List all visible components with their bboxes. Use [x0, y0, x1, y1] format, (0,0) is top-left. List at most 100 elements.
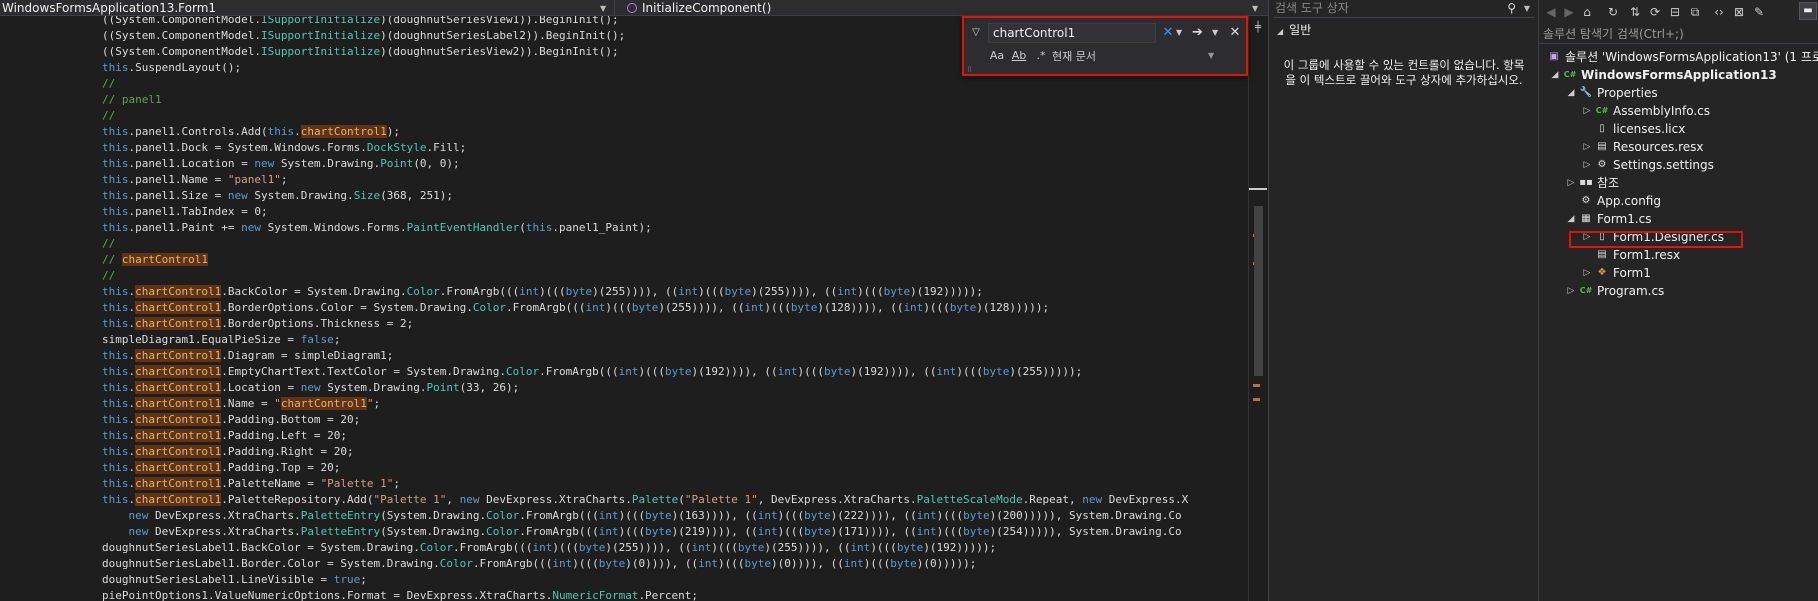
collapse-arrow-icon[interactable]: ◢: [1565, 84, 1577, 102]
code-line[interactable]: //: [102, 236, 115, 252]
code-line[interactable]: this.panel1.Dock = System.Windows.Forms.…: [102, 140, 466, 156]
code-line[interactable]: new DevExpress.XtraCharts.PaletteEntry(S…: [102, 524, 1182, 540]
regex-toggle[interactable]: .*: [1032, 47, 1050, 65]
tree-item-label: Form1.resx: [1613, 248, 1681, 262]
code-token: "panel1": [227, 173, 281, 186]
search-scope-select[interactable]: 현재 문서: [1052, 48, 1096, 64]
resize-grip-icon[interactable]: ⠿: [967, 66, 972, 74]
refresh-icon[interactable]: ⟳: [1647, 4, 1663, 20]
expand-arrow-icon[interactable]: ◢: [1277, 27, 1283, 36]
code-line[interactable]: this.chartControl1.Padding.Bottom = 20;: [102, 412, 360, 428]
code-token: new: [254, 157, 275, 170]
code-line[interactable]: // chartControl1: [102, 252, 208, 268]
code-token: )(((: [797, 365, 824, 378]
code-line[interactable]: doughnutSeriesLabel1.LineVisible = true;: [102, 572, 367, 588]
back-icon[interactable]: ◀: [1543, 4, 1559, 20]
properties-icon[interactable]: ✎: [1751, 4, 1767, 20]
code-line[interactable]: // panel1: [102, 92, 162, 108]
home-icon[interactable]: ⌂: [1579, 4, 1595, 20]
code-line[interactable]: doughnutSeriesLabel1.Border.Color = Syst…: [102, 556, 976, 572]
toggle-replace-icon[interactable]: ▽: [968, 24, 984, 42]
collapse-all-icon[interactable]: ⊟: [1667, 4, 1683, 20]
code-token: int: [552, 557, 573, 570]
code-token: "Palette 1": [684, 493, 758, 506]
code-line[interactable]: this.SuspendLayout();: [102, 60, 241, 76]
expand-arrow-icon[interactable]: ▷: [1565, 282, 1577, 300]
chevron-down-icon[interactable]: ▼: [1524, 4, 1530, 13]
collapse-arrow-icon[interactable]: ◢: [1549, 66, 1561, 84]
show-all-files-icon[interactable]: ⧉: [1687, 4, 1703, 20]
code-area[interactable]: ((System.ComponentModel.ISupportInitiali…: [0, 16, 1248, 601]
expand-arrow-icon[interactable]: ▷: [1565, 174, 1577, 192]
code-line[interactable]: new DevExpress.XtraCharts.PaletteEntry(S…: [102, 508, 1182, 524]
code-line[interactable]: this.chartControl1.BackColor = System.Dr…: [102, 284, 983, 300]
code-line[interactable]: this.chartControl1.PaletteName = "Palett…: [102, 476, 400, 492]
class-dropdown[interactable]: WindowsFormsApplication13.Form1: [2, 1, 216, 15]
code-line[interactable]: this.chartControl1.Diagram = simpleDiagr…: [102, 348, 393, 364]
view-code-icon[interactable]: ‹›: [1711, 4, 1727, 20]
code-line[interactable]: this.chartControl1.BorderOptions.Color =…: [102, 300, 1049, 316]
code-line[interactable]: this.panel1.Paint += new System.Windows.…: [102, 220, 652, 236]
code-line[interactable]: ((System.ComponentModel.ISupportInitiali…: [102, 28, 625, 44]
split-icon[interactable]: ╪: [1250, 22, 1266, 33]
code-line[interactable]: simpleDiagram1.EqualPieSize = false;: [102, 332, 340, 348]
history-dropdown-icon[interactable]: ▼: [1176, 24, 1186, 42]
code-line[interactable]: piePointOptions1.ValueNumericOptions.For…: [102, 588, 698, 601]
code-line[interactable]: this.chartControl1.BorderOptions.Thickne…: [102, 316, 413, 332]
code-token: "Palette 1": [373, 493, 447, 506]
toolbox-search-input[interactable]: 검색 도구 상자: [1273, 0, 1535, 18]
code-line[interactable]: doughnutSeriesLabel1.BackColor = System.…: [102, 540, 996, 556]
code-token: .PaletteRepository.Add(: [221, 493, 374, 506]
code-line[interactable]: this.panel1.Name = "panel1";: [102, 172, 287, 188]
search-match: chartControl1: [135, 429, 222, 442]
forward-icon[interactable]: ▶: [1561, 4, 1577, 20]
clear-icon[interactable]: ✕: [1161, 24, 1175, 42]
code-line[interactable]: this.chartControl1.Name = "chartControl1…: [102, 396, 380, 412]
expand-arrow-icon[interactable]: ▷: [1581, 156, 1593, 174]
whole-word-toggle[interactable]: Ab: [1010, 47, 1028, 65]
code-line[interactable]: this.panel1.TabIndex = 0;: [102, 204, 268, 220]
chevron-down-icon[interactable]: ▼: [600, 4, 606, 13]
auto-hide-pin-icon[interactable]: ▬: [1799, 2, 1817, 20]
search-icon[interactable]: ⚲: [1507, 1, 1516, 15]
chevron-down-icon[interactable]: ▼: [1252, 4, 1258, 13]
find-options-dropdown-icon[interactable]: ▼: [1212, 24, 1222, 42]
vertical-scrollbar[interactable]: ╪: [1248, 16, 1268, 601]
collapse-arrow-icon[interactable]: ◢: [1565, 210, 1577, 228]
sync-icon[interactable]: ↻: [1605, 4, 1621, 20]
scrollbar-thumb[interactable]: [1254, 206, 1263, 376]
code-line[interactable]: this.chartControl1.Location = new System…: [102, 380, 519, 396]
code-line[interactable]: this.panel1.Size = new System.Drawing.Si…: [102, 188, 453, 204]
code-line[interactable]: this.chartControl1.Padding.Right = 20;: [102, 444, 354, 460]
preview-icon[interactable]: ⊠: [1731, 4, 1747, 20]
chevron-down-icon[interactable]: ▼: [1208, 51, 1214, 60]
code-line[interactable]: this.chartControl1.PaletteRepository.Add…: [102, 492, 1188, 508]
match-case-toggle[interactable]: Aa: [988, 47, 1006, 65]
code-line[interactable]: this.panel1.Controls.Add(this.chartContr…: [102, 124, 400, 140]
expand-arrow-icon[interactable]: ▷: [1581, 138, 1593, 156]
code-line[interactable]: this.panel1.Location = new System.Drawin…: [102, 156, 460, 172]
code-editor[interactable]: WindowsFormsApplication13.Form1 ▼ Initia…: [0, 0, 1268, 601]
code-token: )(doughnutSeriesView1)).BeginInit();: [380, 16, 619, 26]
member-dropdown[interactable]: InitializeComponent(): [642, 1, 771, 15]
expand-arrow-icon[interactable]: ▷: [1581, 264, 1593, 282]
code-line[interactable]: ((System.ComponentModel.ISupportInitiali…: [102, 16, 619, 28]
code-token: )(((: [777, 509, 805, 522]
code-line[interactable]: //: [102, 268, 115, 284]
close-icon[interactable]: ✕: [1228, 24, 1242, 42]
pending-changes-icon[interactable]: ⇅: [1627, 4, 1643, 20]
code-line[interactable]: this.chartControl1.Padding.Left = 20;: [102, 428, 347, 444]
code-line[interactable]: this.chartControl1.EmptyChartText.TextCo…: [102, 364, 1082, 380]
code-token: this: [102, 349, 129, 362]
code-token: )(((: [717, 557, 745, 570]
toolbox-group-general[interactable]: ◢ 일반: [1277, 22, 1531, 38]
expand-arrow-icon[interactable]: ▷: [1581, 102, 1593, 120]
find-input[interactable]: chartControl1: [988, 23, 1156, 43]
code-line[interactable]: ((System.ComponentModel.ISupportInitiali…: [102, 44, 619, 60]
solution-search-input[interactable]: 솔루션 탐색기 검색(Ctrl+;): [1539, 26, 1818, 44]
code-line[interactable]: //: [102, 76, 115, 92]
code-line[interactable]: this.chartControl1.Padding.Top = 20;: [102, 460, 340, 476]
find-next-icon[interactable]: ➔: [1192, 24, 1206, 42]
code-line[interactable]: //: [102, 108, 115, 124]
code-token: this: [102, 429, 129, 442]
